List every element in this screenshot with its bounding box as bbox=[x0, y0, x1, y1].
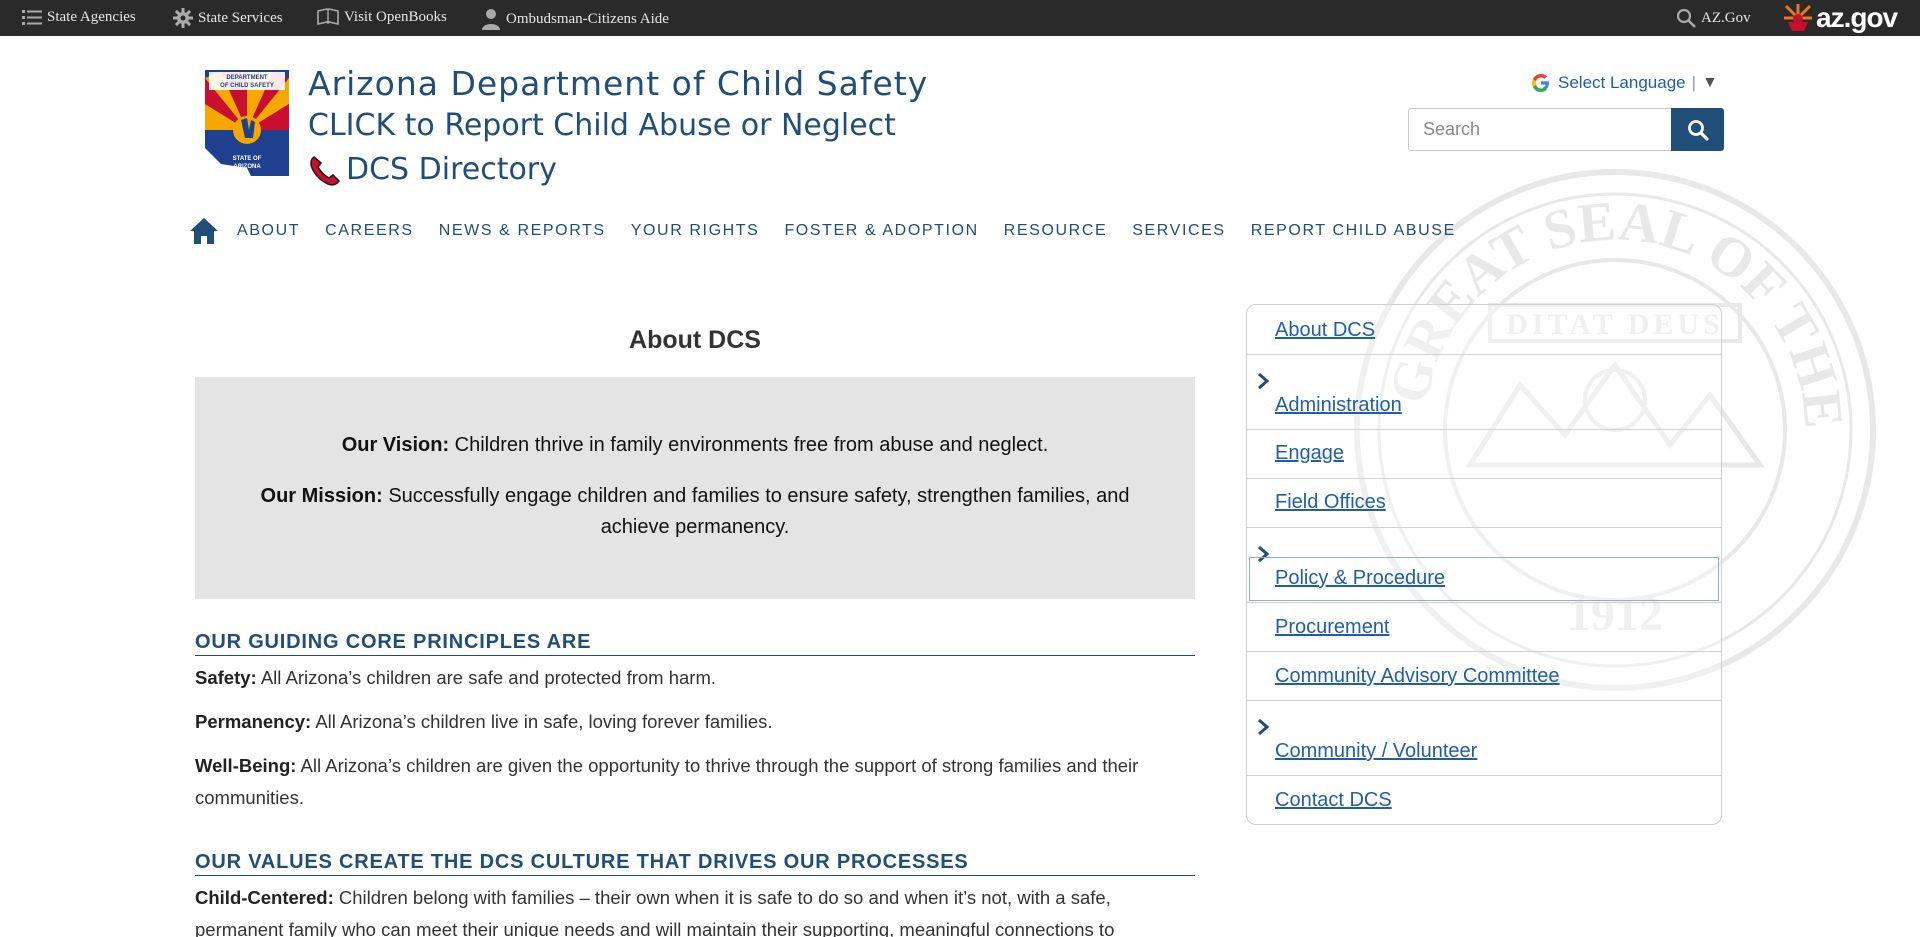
report-abuse-link[interactable]: CLICK to Report Child Abuse or Neglect bbox=[308, 108, 896, 143]
nav-resource[interactable]: Resource bbox=[1004, 222, 1107, 240]
mission-text: Successfully engage children and familie… bbox=[388, 485, 1130, 538]
sidebar-item-label[interactable]: Field Offices bbox=[1275, 491, 1386, 514]
value-child-centered: Child-Centered: Children belong with fam… bbox=[195, 882, 1195, 937]
sidebar-item-about-dcs[interactable]: About DCS bbox=[1247, 305, 1721, 355]
chevron-down-icon: ▼ bbox=[1702, 74, 1718, 91]
language-selector[interactable]: Select Language | ▼ bbox=[1530, 72, 1718, 94]
vision-mission-box: Our Vision: Children thrive in family en… bbox=[195, 377, 1195, 599]
language-label: Select Language bbox=[1558, 73, 1686, 92]
principle-label: Permanency: bbox=[195, 711, 312, 732]
sidebar-item-label[interactable]: Community / Volunteer bbox=[1275, 740, 1477, 763]
person-icon bbox=[482, 9, 500, 30]
vision-text: Children thrive in family environments f… bbox=[454, 434, 1049, 456]
visit-openbooks-label: Visit OpenBooks bbox=[344, 8, 447, 25]
phone-icon bbox=[310, 155, 340, 186]
sidebar-item-label[interactable]: Administration bbox=[1275, 394, 1402, 417]
mission-label: Our Mission: bbox=[260, 485, 383, 507]
state-agencies-label: State Agencies bbox=[47, 8, 136, 25]
sidebar-item-label[interactable]: Procurement bbox=[1275, 616, 1390, 639]
search-icon bbox=[1676, 8, 1696, 28]
book-icon bbox=[317, 8, 339, 25]
visit-openbooks-link[interactable]: Visit OpenBooks bbox=[317, 8, 447, 26]
vision-label: Our Vision: bbox=[341, 434, 450, 456]
ombudsman-link[interactable]: Ombudsman-Citizens Aide bbox=[481, 8, 669, 30]
principle-label: Safety: bbox=[195, 667, 257, 688]
vision-statement: Our Vision: Children thrive in family en… bbox=[195, 430, 1195, 461]
sidebar-nav: About DCS Administration Engage Field Of… bbox=[1246, 304, 1722, 825]
svg-text:OF CHILD SAFETY: OF CHILD SAFETY bbox=[220, 83, 274, 89]
gear-icon bbox=[173, 8, 193, 28]
azgov-label: AZ.Gov bbox=[1701, 9, 1751, 26]
sidebar-item-engage[interactable]: Engage bbox=[1247, 430, 1721, 479]
nav-about[interactable]: About bbox=[237, 222, 300, 240]
principles-heading: OUR GUIDING CORE PRINCIPLES ARE bbox=[195, 631, 1195, 656]
search-icon bbox=[1687, 119, 1709, 141]
principle-text: All Arizona’s children live in safe, lov… bbox=[315, 711, 773, 732]
chevron-right-icon[interactable] bbox=[1255, 717, 1271, 737]
chevron-right-icon[interactable] bbox=[1255, 371, 1271, 391]
principle-safety: Safety: All Arizona’s children are safe … bbox=[195, 662, 1195, 694]
sidebar-item-administration[interactable]: Administration bbox=[1247, 355, 1721, 430]
svg-text:STATE OF: STATE OF bbox=[233, 156, 262, 162]
value-label: Child-Centered: bbox=[195, 887, 334, 908]
sidebar-item-community-advisory-committee[interactable]: Community Advisory Committee bbox=[1247, 652, 1721, 701]
site-title[interactable]: Arizona Department of Child Safety bbox=[308, 64, 928, 103]
sidebar-item-label[interactable]: Community Advisory Committee bbox=[1275, 665, 1560, 688]
list-icon bbox=[22, 10, 42, 25]
svg-text:DEPARTMENT: DEPARTMENT bbox=[226, 75, 268, 81]
main-nav: About Careers News & Reports Your Rights… bbox=[189, 216, 1481, 246]
nav-news-reports[interactable]: News & Reports bbox=[439, 222, 606, 240]
search-input[interactable] bbox=[1408, 108, 1672, 151]
sidebar-item-policy-procedure[interactable]: Policy & Procedure bbox=[1247, 528, 1721, 603]
dcs-directory-link[interactable]: DCS Directory bbox=[308, 152, 557, 187]
principle-well-being: Well-Being: All Arizona’s children are g… bbox=[195, 750, 1195, 814]
azgov-search-link[interactable]: AZ.Gov bbox=[1676, 8, 1751, 28]
sidebar-item-community-volunteer[interactable]: Community / Volunteer bbox=[1247, 701, 1721, 776]
top-bar: State Agencies State Services Visit Open… bbox=[0, 0, 1920, 36]
principle-text: All Arizona’s children are safe and prot… bbox=[260, 667, 717, 688]
sidebar-item-procurement[interactable]: Procurement bbox=[1247, 603, 1721, 652]
values-heading: OUR VALUES CREATE THE DCS CULTURE THAT D… bbox=[195, 851, 1195, 876]
sidebar-item-field-offices[interactable]: Field Offices bbox=[1247, 479, 1721, 528]
sidebar-item-contact-dcs[interactable]: Contact DCS bbox=[1247, 776, 1721, 825]
language-separator: | bbox=[1691, 73, 1697, 92]
dcs-seal-logo[interactable]: DEPARTMENT OF CHILD SAFETY STATE OF ARIZ… bbox=[201, 68, 293, 178]
principle-label: Well-Being: bbox=[195, 755, 297, 776]
sidebar-item-label[interactable]: Contact DCS bbox=[1275, 789, 1392, 812]
nav-your-rights[interactable]: Your Rights bbox=[631, 222, 760, 240]
page-title: About DCS bbox=[629, 326, 761, 354]
ombudsman-label: Ombudsman-Citizens Aide bbox=[506, 10, 669, 27]
dcs-directory-label: DCS Directory bbox=[346, 152, 557, 187]
sidebar-item-label[interactable]: About DCS bbox=[1275, 319, 1375, 342]
principle-text: All Arizona’s children are given the opp… bbox=[195, 755, 1139, 808]
sidebar-item-label[interactable]: Policy & Procedure bbox=[1275, 567, 1445, 590]
search-button[interactable] bbox=[1671, 108, 1724, 151]
azgov-brand: az.gov bbox=[1816, 2, 1898, 33]
sidebar-item-label[interactable]: Engage bbox=[1275, 442, 1344, 465]
principle-permanency: Permanency: All Arizona’s children live … bbox=[195, 706, 1195, 738]
svg-text:ARIZONA: ARIZONA bbox=[233, 164, 261, 170]
nav-services[interactable]: Services bbox=[1132, 222, 1225, 240]
mission-statement: Our Mission: Successfully engage childre… bbox=[195, 481, 1195, 543]
home-icon[interactable] bbox=[189, 216, 219, 246]
state-services-link[interactable]: State Services bbox=[173, 8, 283, 28]
google-icon bbox=[1532, 74, 1549, 92]
state-services-label: State Services bbox=[198, 9, 283, 26]
nav-careers[interactable]: Careers bbox=[325, 222, 414, 240]
state-agencies-link[interactable]: State Agencies bbox=[22, 8, 136, 26]
azgov-logo[interactable]: az.gov bbox=[1784, 2, 1898, 34]
arizona-flag-icon bbox=[1784, 4, 1812, 31]
nav-foster-adoption[interactable]: Foster & Adoption bbox=[784, 222, 978, 240]
